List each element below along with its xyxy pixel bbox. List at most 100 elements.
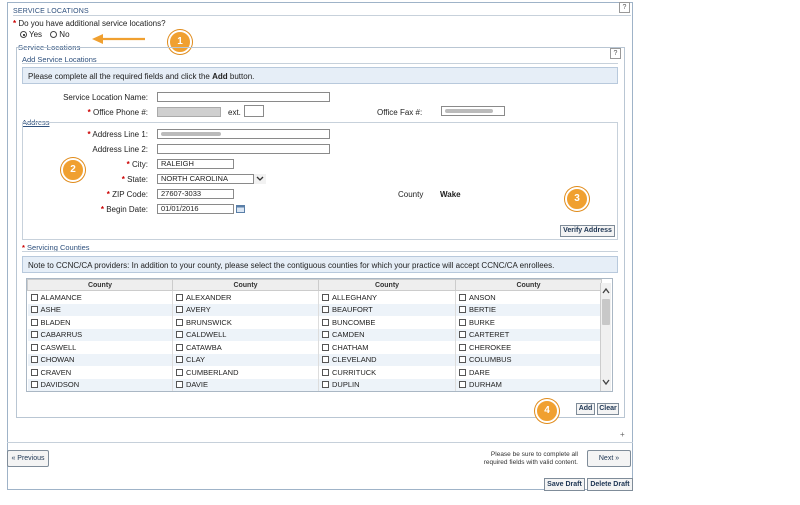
county-checkbox[interactable] — [322, 293, 329, 301]
county-checkbox[interactable] — [459, 331, 466, 339]
county-cell[interactable]: CLEVELAND — [318, 353, 456, 366]
county-cell[interactable]: CATAWBA — [172, 341, 319, 354]
county-cell[interactable]: BUNCOMBE — [318, 316, 456, 329]
county-cell[interactable]: DARE — [455, 366, 602, 379]
county-checkbox[interactable] — [30, 356, 38, 364]
county-checkbox[interactable] — [176, 356, 183, 364]
county-checkbox[interactable] — [176, 331, 183, 339]
county-cell[interactable]: ALAMANCE — [27, 290, 173, 304]
counties-scrollbar[interactable] — [600, 283, 611, 391]
add-button[interactable]: Add — [576, 403, 595, 415]
chevron-down-icon[interactable] — [253, 174, 266, 184]
county-checkbox[interactable] — [176, 368, 183, 376]
county-cell[interactable]: CASWELL — [27, 341, 173, 354]
county-checkbox[interactable] — [176, 381, 183, 389]
county-cell[interactable]: BERTIE — [455, 303, 602, 316]
county-cell[interactable]: CHATHAM — [318, 341, 456, 354]
county-cell[interactable]: DAVIE — [172, 378, 319, 391]
county-cell[interactable]: AVERY — [172, 303, 319, 316]
county-checkbox[interactable] — [322, 318, 329, 326]
county-name: DUPLIN — [332, 380, 360, 390]
county-checkbox[interactable] — [30, 343, 38, 351]
county-checkbox[interactable] — [176, 343, 183, 351]
office-phone-input[interactable] — [157, 107, 221, 117]
county-cell[interactable]: CLAY — [172, 353, 319, 366]
county-checkbox[interactable] — [322, 381, 329, 389]
county-cell[interactable]: BLADEN — [27, 316, 173, 329]
county-checkbox[interactable] — [30, 331, 38, 339]
county-cell[interactable]: CURRITUCK — [318, 366, 456, 379]
instruction-bar: Please complete all the required fields … — [22, 67, 618, 84]
previous-button[interactable]: « Previous — [7, 450, 49, 467]
county-checkbox[interactable] — [459, 318, 466, 326]
county-checkbox[interactable] — [30, 306, 38, 314]
location-name-input[interactable] — [157, 92, 330, 102]
county-cell[interactable]: CARTERET — [455, 328, 602, 341]
county-cell[interactable]: COLUMBUS — [455, 353, 602, 366]
county-checkbox[interactable] — [459, 306, 466, 314]
plus-icon[interactable]: + — [620, 430, 625, 439]
county-checkbox[interactable] — [176, 293, 183, 301]
chevron-up-icon[interactable] — [601, 287, 611, 295]
clear-button[interactable]: Clear — [597, 403, 619, 415]
county-cell[interactable]: BEAUFORT — [318, 303, 456, 316]
county-cell[interactable]: ALEXANDER — [172, 290, 319, 304]
county-cell[interactable]: CABARRUS — [27, 328, 173, 341]
county-checkbox[interactable] — [30, 318, 38, 326]
county-cell[interactable]: BRUNSWICK — [172, 316, 319, 329]
county-cell[interactable]: CHOWAN — [27, 353, 173, 366]
table-header-row: County County County County — [27, 279, 602, 291]
zip-input[interactable]: 27607-3033 — [157, 189, 234, 199]
calendar-icon[interactable] — [236, 204, 245, 213]
help-icon-inner[interactable]: ? — [610, 48, 621, 59]
next-button[interactable]: Next » — [587, 450, 631, 467]
ext-input[interactable] — [244, 105, 264, 117]
begin-date-text: Begin Date: — [106, 205, 148, 214]
county-cell[interactable]: ANSON — [455, 290, 602, 304]
county-checkbox[interactable] — [322, 368, 329, 376]
county-checkbox[interactable] — [30, 368, 38, 376]
counties-table: County County County County ALAMANCE ALEX… — [27, 279, 602, 391]
delete-draft-button[interactable]: Delete Draft — [587, 478, 633, 491]
scrollbar-thumb[interactable] — [602, 299, 610, 325]
county-checkbox[interactable] — [176, 306, 183, 314]
county-cell[interactable]: CHEROKEE — [455, 341, 602, 354]
notice-line-2: required fields with valid content. — [483, 458, 578, 466]
begin-date-input[interactable]: 01/01/2016 — [157, 204, 234, 214]
county-checkbox[interactable] — [322, 331, 329, 339]
county-cell[interactable]: BURKE — [455, 316, 602, 329]
save-draft-button[interactable]: Save Draft — [544, 478, 585, 491]
county-checkbox[interactable] — [176, 318, 183, 326]
county-cell[interactable]: ALLEGHANY — [318, 290, 456, 304]
county-cell[interactable]: DURHAM — [455, 378, 602, 391]
county-checkbox[interactable] — [459, 293, 466, 301]
county-checkbox[interactable] — [459, 343, 466, 351]
county-cell[interactable]: DUPLIN — [318, 378, 456, 391]
county-cell[interactable]: ASHE — [27, 303, 173, 316]
county-checkbox[interactable] — [30, 381, 38, 389]
no-radio[interactable]: No — [50, 30, 70, 39]
county-checkbox[interactable] — [322, 356, 329, 364]
county-cell[interactable]: CRAVEN — [27, 366, 173, 379]
county-checkbox[interactable] — [459, 356, 466, 364]
help-icon[interactable]: ? — [619, 2, 630, 13]
office-fax-input[interactable] — [441, 106, 505, 116]
city-input[interactable]: RALEIGH — [157, 159, 234, 169]
address-line-1-input[interactable] — [157, 129, 330, 139]
county-checkbox[interactable] — [459, 368, 466, 376]
chevron-down-icon[interactable] — [601, 378, 611, 386]
county-checkbox[interactable] — [459, 381, 466, 389]
county-name: BUNCOMBE — [332, 317, 376, 327]
verify-address-button[interactable]: Verify Address — [560, 225, 615, 237]
county-checkbox[interactable] — [322, 306, 329, 314]
county-cell[interactable]: CAMDEN — [318, 328, 456, 341]
county-cell[interactable]: DAVIDSON — [27, 378, 173, 391]
county-name: CHATHAM — [332, 342, 369, 352]
yes-radio[interactable]: Yes — [20, 30, 42, 39]
address-line-2-input[interactable] — [157, 144, 330, 154]
county-cell[interactable]: CALDWELL — [172, 328, 319, 341]
state-select[interactable]: NORTH CAROLINA — [157, 174, 266, 184]
county-checkbox[interactable] — [322, 343, 329, 351]
county-cell[interactable]: CUMBERLAND — [172, 366, 319, 379]
county-checkbox[interactable] — [30, 293, 38, 301]
